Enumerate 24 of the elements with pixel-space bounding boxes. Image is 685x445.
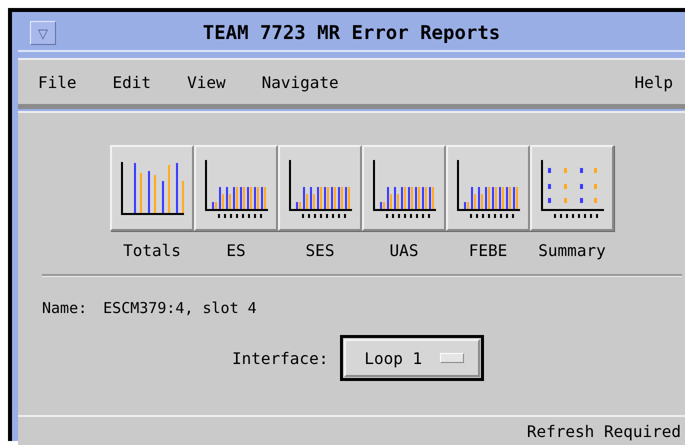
report-button[interactable] (194, 145, 278, 231)
report-button[interactable] (446, 145, 530, 231)
menu-item[interactable]: View (187, 72, 226, 92)
name-value: ESCM379:4, slot 4 (103, 299, 257, 317)
interface-label: Interface: (232, 348, 328, 368)
button-label: FEBE (468, 241, 508, 260)
report-button[interactable] (362, 145, 446, 231)
dropdown-indicator-icon (440, 353, 464, 363)
button-label: UAS (390, 241, 418, 260)
name-label: Name: (42, 299, 88, 317)
report-button[interactable] (530, 145, 614, 231)
button-label: Summary (538, 241, 606, 260)
button-label: SES (306, 241, 334, 260)
interface-dropdown[interactable]: Loop 1 (344, 339, 480, 377)
status-text: Refresh Required (526, 422, 681, 440)
report-button[interactable] (110, 145, 194, 231)
menu-item[interactable]: Navigate (262, 72, 339, 92)
menu-item[interactable]: Help (634, 72, 673, 92)
report-button[interactable] (278, 145, 362, 231)
menu-item[interactable]: File (38, 72, 77, 92)
window-title: TEAM 7723 MR Error Reports (202, 22, 500, 44)
button-label: ES (226, 241, 246, 260)
menu-item[interactable]: Edit (112, 72, 152, 92)
button-label: Totals (123, 241, 181, 260)
